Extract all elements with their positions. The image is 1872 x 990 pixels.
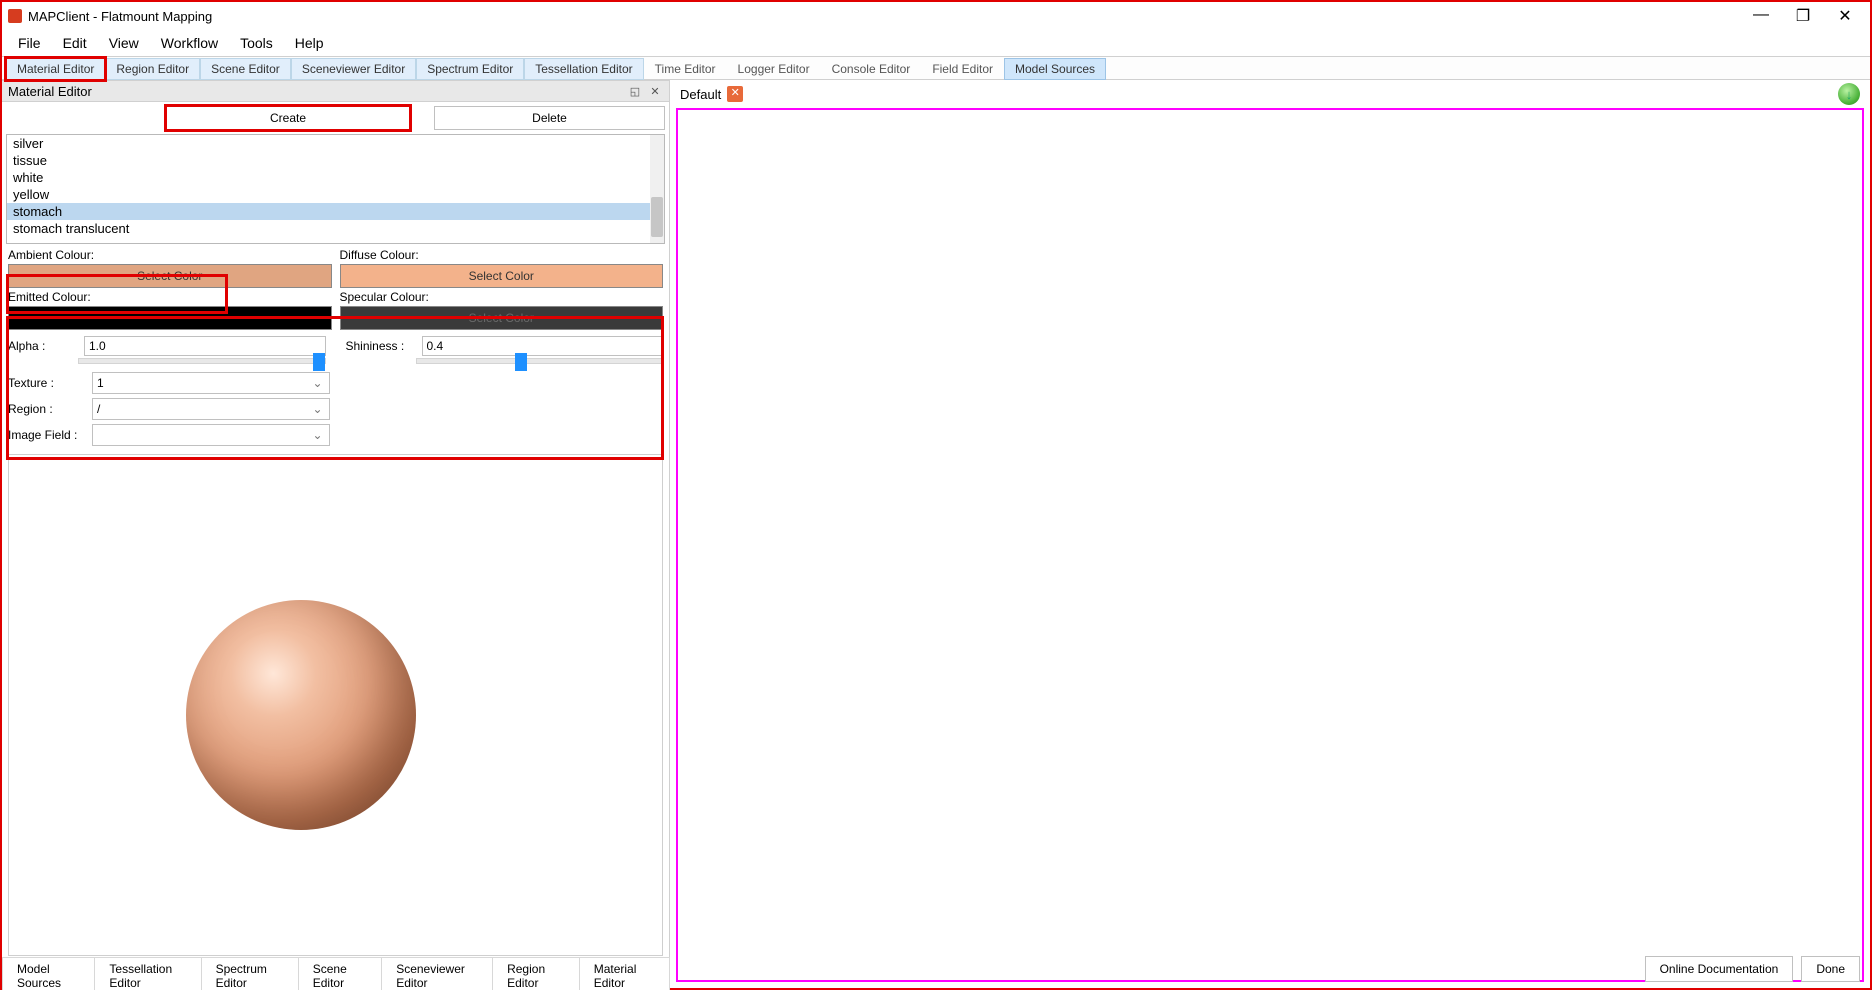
region-dropdown[interactable]: /: [92, 398, 330, 420]
shininess-input[interactable]: [422, 336, 664, 356]
btab-spectrum[interactable]: Spectrum Editor: [201, 957, 299, 990]
texture-dropdown[interactable]: 1: [92, 372, 330, 394]
scrollbar-thumb[interactable]: [651, 197, 663, 237]
list-item[interactable]: yellow: [7, 186, 664, 203]
maximize-icon[interactable]: ❐: [1794, 6, 1812, 26]
alpha-label: Alpha :: [8, 339, 78, 353]
add-viewport-icon[interactable]: [1838, 83, 1860, 105]
shininess-slider-thumb[interactable]: [515, 353, 527, 371]
list-item[interactable]: stomach translucent: [7, 220, 664, 237]
delete-button[interactable]: Delete: [434, 106, 665, 130]
specular-label: Specular Colour:: [340, 290, 664, 304]
diffuse-color-button[interactable]: Select Color: [340, 264, 664, 288]
tab-console-editor[interactable]: Console Editor: [821, 58, 922, 80]
titlebar: MAPClient - Flatmount Mapping — ❐ ✕: [2, 2, 1870, 30]
editor-tabs: Material Editor Region Editor Scene Edit…: [2, 56, 1870, 80]
list-item[interactable]: tissue: [7, 152, 664, 169]
scrollbar[interactable]: [650, 135, 664, 243]
tab-material-editor[interactable]: Material Editor: [6, 58, 105, 80]
close-tab-icon[interactable]: ✕: [727, 86, 743, 102]
btab-tessellation[interactable]: Tessellation Editor: [94, 957, 201, 990]
viewport-panel: Default ✕: [670, 80, 1870, 988]
panel-title: Material Editor: [8, 84, 623, 99]
menu-file[interactable]: File: [8, 33, 51, 53]
window-title: MAPClient - Flatmount Mapping: [28, 9, 1752, 24]
menu-tools[interactable]: Tools: [230, 33, 283, 53]
bottom-tabs: Model Sources Tessellation Editor Spectr…: [2, 962, 669, 988]
list-item[interactable]: white: [7, 169, 664, 186]
alpha-slider-thumb[interactable]: [313, 353, 325, 371]
tab-model-sources[interactable]: Model Sources: [1004, 58, 1106, 80]
imagefield-dropdown[interactable]: [92, 424, 330, 446]
btab-material[interactable]: Material Editor: [579, 957, 670, 990]
close-icon[interactable]: ✕: [1836, 6, 1854, 26]
specular-color-button[interactable]: Select Color: [340, 306, 664, 330]
ambient-label: Ambient Colour:: [8, 248, 332, 262]
menu-edit[interactable]: Edit: [53, 33, 97, 53]
list-item-selected[interactable]: stomach: [7, 203, 664, 220]
tab-field-editor[interactable]: Field Editor: [921, 58, 1004, 80]
menu-view[interactable]: View: [99, 33, 149, 53]
undock-icon[interactable]: ◱: [627, 83, 643, 99]
minimize-icon[interactable]: —: [1752, 6, 1770, 26]
menubar: File Edit View Workflow Tools Help: [2, 30, 1870, 56]
btab-model-sources[interactable]: Model Sources: [2, 957, 95, 990]
imagefield-label: Image Field :: [8, 428, 86, 442]
alpha-slider[interactable]: [78, 358, 326, 364]
texture-label: Texture :: [8, 376, 86, 390]
emitted-color-button[interactable]: [8, 306, 332, 330]
shininess-slider[interactable]: [416, 358, 664, 364]
tab-tessellation-editor[interactable]: Tessellation Editor: [524, 58, 643, 80]
material-editor-panel: Material Editor ◱ ✕ Create Delete silver…: [2, 80, 670, 988]
app-icon: [8, 9, 22, 23]
viewport[interactable]: [676, 108, 1864, 982]
btab-scene[interactable]: Scene Editor: [298, 957, 382, 990]
btab-sceneviewer[interactable]: Sceneviewer Editor: [381, 957, 493, 990]
list-item[interactable]: silver: [7, 135, 664, 152]
preview-sphere: [186, 600, 416, 830]
tab-sceneviewer-editor[interactable]: Sceneviewer Editor: [291, 58, 416, 80]
online-docs-button[interactable]: Online Documentation: [1645, 956, 1794, 982]
alpha-input[interactable]: [84, 336, 326, 356]
diffuse-label: Diffuse Colour:: [340, 248, 664, 262]
material-list[interactable]: silver tissue white yellow stomach stoma…: [6, 134, 665, 244]
tab-logger-editor[interactable]: Logger Editor: [727, 58, 821, 80]
region-label: Region :: [8, 402, 86, 416]
panel-header: Material Editor ◱ ✕: [2, 80, 669, 102]
menu-workflow[interactable]: Workflow: [151, 33, 228, 53]
tab-spectrum-editor[interactable]: Spectrum Editor: [416, 58, 524, 80]
viewport-tab-label[interactable]: Default: [680, 87, 721, 102]
close-panel-icon[interactable]: ✕: [647, 83, 663, 99]
tab-scene-editor[interactable]: Scene Editor: [200, 58, 291, 80]
material-preview: [8, 454, 663, 956]
create-button[interactable]: Create: [166, 106, 410, 130]
ambient-color-button[interactable]: Select Color: [8, 264, 332, 288]
done-button[interactable]: Done: [1801, 956, 1860, 982]
tab-region-editor[interactable]: Region Editor: [105, 58, 200, 80]
shininess-label: Shininess :: [346, 339, 416, 353]
tab-time-editor[interactable]: Time Editor: [644, 58, 727, 80]
emitted-label: Emitted Colour:: [8, 290, 332, 304]
menu-help[interactable]: Help: [285, 33, 334, 53]
btab-region[interactable]: Region Editor: [492, 957, 580, 990]
